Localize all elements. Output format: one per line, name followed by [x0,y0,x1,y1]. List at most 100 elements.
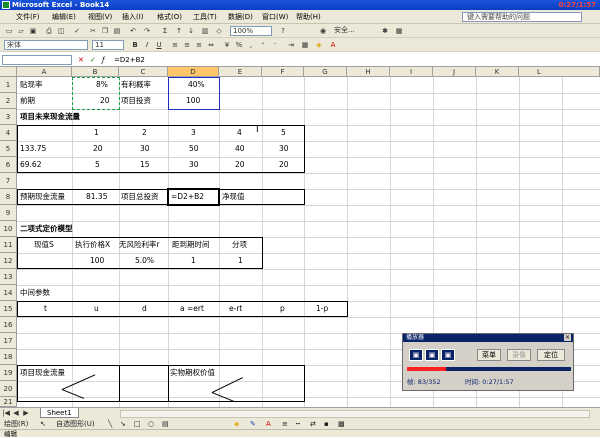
column-header-i[interactable]: I [390,67,433,77]
cancel-entry-icon[interactable]: ✕ [78,55,84,65]
cell-a8[interactable]: 预期现金流量 [20,192,65,202]
row-header-17[interactable]: 17 [0,333,17,349]
cell-d8[interactable]: =D2+B2 [171,192,204,202]
stop-icon[interactable]: ▣ [441,349,455,361]
cell-b5[interactable]: 20 [93,144,103,154]
arrow-tool-icon[interactable]: ➘ [120,419,126,429]
row-header-7[interactable]: 7 [0,173,17,189]
sort-desc-icon[interactable]: ↓ [186,26,196,36]
fill-color-draw-icon[interactable]: ◈ [234,419,239,429]
indent-icon[interactable]: ⇥ [286,40,296,50]
cell-e4[interactable]: 4 [237,128,242,138]
cell-d11[interactable]: 距到期时间 [172,240,210,250]
horizontal-scrollbar[interactable] [120,410,590,418]
line-style-icon[interactable]: ≡ [282,419,288,429]
paste-icon[interactable]: ▤ [112,26,122,36]
cell-f4[interactable]: 5 [281,128,286,138]
security-icon[interactable]: ◉ [318,26,328,36]
shadow-icon[interactable]: ▪ [324,419,329,429]
cell-a1[interactable]: 贴现率 [20,80,43,90]
dash-style-icon[interactable]: ┅ [296,419,300,429]
comma-icon[interactable]: , [246,40,256,50]
new-file-icon[interactable]: ▭ [4,26,14,36]
row-header-12[interactable]: 12 [0,253,17,269]
sort-asc-icon[interactable]: ↑ [174,26,184,36]
font-color-draw-icon[interactable]: A [266,419,271,429]
cell-c2[interactable]: 项目投资 [121,96,151,106]
cell-a3[interactable]: 项目未来现金流量 [20,112,80,122]
column-header-e[interactable]: E [219,67,262,77]
cell-a2[interactable]: 前期 [20,96,35,106]
cell-a10[interactable]: 二项式定价模型 [20,224,73,234]
row-header-2[interactable]: 2 [0,93,17,109]
help-icon[interactable]: ? [278,26,288,36]
column-header-l[interactable]: L [519,67,600,77]
print-icon[interactable]: ⎙ [44,26,54,36]
borders-icon[interactable]: ▦ [300,40,310,50]
cell-d18[interactable]: 实物期权价值 [170,368,215,378]
row-header-1[interactable]: 1 [0,77,17,93]
row-header-4[interactable]: 4 [0,125,17,141]
cell-e8[interactable]: 净现值 [222,192,245,202]
cell-b11[interactable]: 执行价格X [75,240,110,250]
select-pointer-icon[interactable]: ↖ [40,419,46,429]
open-folder-icon[interactable]: ▱ [16,26,26,36]
formula-input[interactable]: =D2+B2 [114,55,145,65]
menu-format[interactable]: 格式(O) [157,12,182,22]
menu-insert[interactable]: 插入(I) [122,12,144,22]
close-icon[interactable]: × [564,334,571,341]
cell-c11[interactable]: 无风险利率r [119,240,160,250]
row-header-21[interactable]: 21 [0,397,17,407]
row-header-10[interactable]: 10 [0,221,17,237]
cell-b12[interactable]: 100 [90,256,104,266]
cell-b2[interactable]: 20 [100,96,110,106]
cell-d6[interactable]: 30 [189,160,199,170]
redo-icon[interactable]: ↷ [142,26,152,36]
cell-c8[interactable]: 项目总投资 [121,192,159,202]
rectangle-tool-icon[interactable]: □ [134,419,141,429]
cell-c4[interactable]: 2 [142,128,147,138]
currency-icon[interactable]: ¥ [222,40,232,50]
font-size-select[interactable]: 11 [92,40,124,50]
cell-c6[interactable]: 15 [140,160,150,170]
next-sheet-icon[interactable]: ▶ [22,409,30,417]
cell-d2[interactable]: 100 [186,96,200,106]
player-record-button[interactable]: 录像 [507,349,531,361]
cell-e6[interactable]: 20 [235,160,245,170]
cut-icon[interactable]: ✂ [88,26,98,36]
print-preview-icon[interactable]: ◫ [56,26,66,36]
cell-d15[interactable]: a =ert [180,304,204,314]
cell-d12[interactable]: 1 [191,256,196,266]
cell-b8[interactable]: 81.35 [86,192,107,202]
row-header-8[interactable]: 8 [0,189,17,205]
row-header-16[interactable]: 16 [0,317,17,333]
cell-b6[interactable]: 5 [95,160,100,170]
cell-a11[interactable]: 现值S [34,240,54,250]
column-header-d[interactable]: D [168,67,219,77]
line-tool-icon[interactable]: ╲ [108,419,112,429]
name-box[interactable] [2,55,72,65]
column-header-f[interactable]: F [262,67,304,77]
cell-f6[interactable]: 20 [279,160,289,170]
column-header-k[interactable]: K [476,67,519,77]
undo-icon[interactable]: ↶ [128,26,138,36]
cell-c15[interactable]: d [142,304,147,314]
textbox-tool-icon[interactable]: ▤ [162,419,169,429]
cell-b15[interactable]: u [94,304,99,314]
row-header-5[interactable]: 5 [0,141,17,157]
play-icon[interactable]: ▣ [409,349,423,361]
zoom-select[interactable]: 100% [230,26,272,36]
oval-tool-icon[interactable]: ○ [148,419,154,429]
bold-icon[interactable]: B [130,40,140,50]
cell-b1[interactable]: 8% [96,80,108,90]
security-label[interactable]: 安全... [332,26,372,36]
column-header-c[interactable]: C [119,67,168,77]
column-header-a[interactable]: A [17,67,72,77]
menu-tools[interactable]: 工具(T) [193,12,217,22]
insert-function-icon[interactable]: ƒ [102,55,104,65]
line-color-icon[interactable]: ✎ [250,419,256,429]
row-header-18[interactable]: 18 [0,349,17,365]
menu-file[interactable]: 文件(F) [16,12,40,22]
cell-e5[interactable]: 40 [235,144,245,154]
cell-f5[interactable]: 30 [279,144,289,154]
